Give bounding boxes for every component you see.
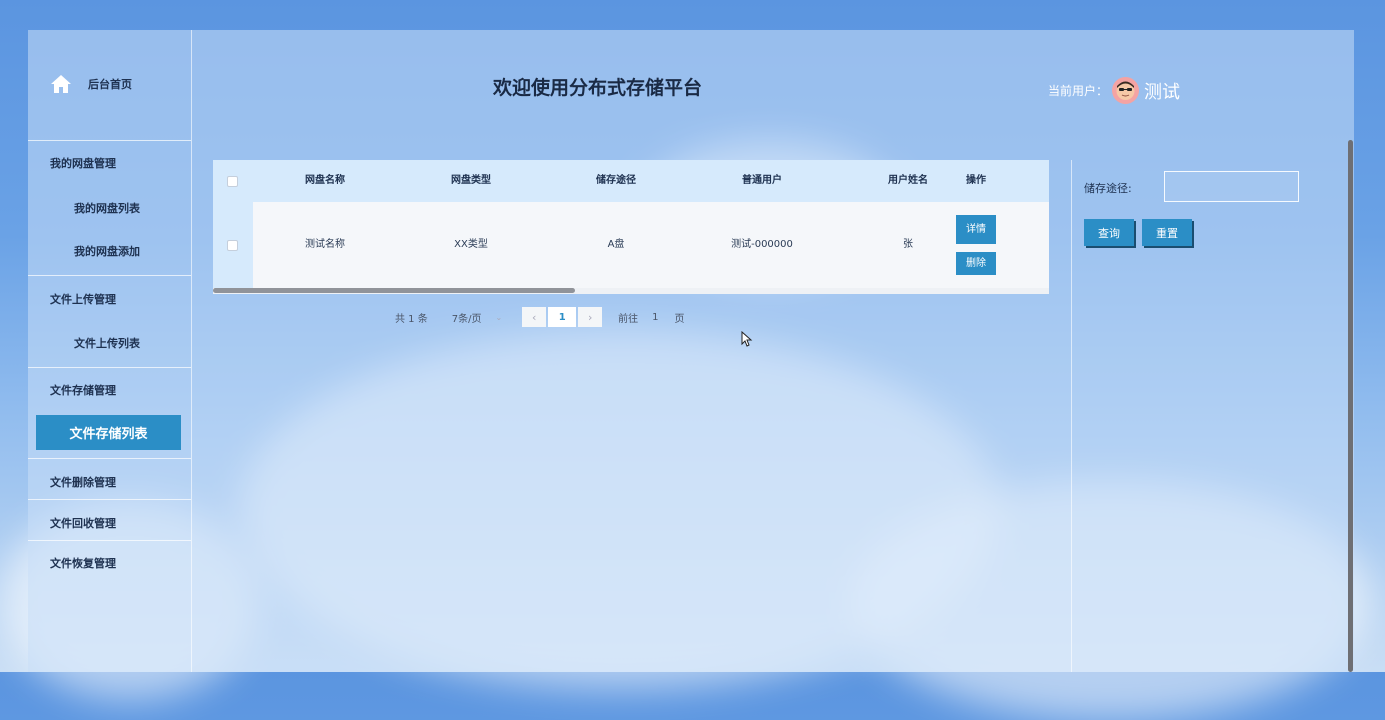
detail-button[interactable]: 详情 [956, 215, 996, 244]
chevron-right-icon: › [587, 310, 593, 324]
cell-path: A盘 [607, 239, 625, 250]
cell-type: XX类型 [454, 239, 488, 250]
search-path-label: 储存途径: [1084, 182, 1132, 195]
sidebar-home-link[interactable]: 后台首页 [50, 72, 132, 96]
avatar-face-icon [1116, 81, 1135, 100]
prev-page-button[interactable]: ‹ [522, 307, 547, 327]
table-row: 测试名称 XX类型 A盘 测试-000000 张 详情 删除 [213, 202, 1049, 288]
search-path-input[interactable] [1164, 171, 1299, 202]
home-icon [51, 75, 71, 93]
pagination: 共 1 条 7条/页 ⌄ ‹ 1 › 前往 1 页 [395, 307, 685, 327]
cell-name: 测试名称 [305, 239, 345, 250]
sidebar-divider [28, 499, 191, 500]
column-header-actions: 操作 [966, 175, 986, 186]
avatar[interactable] [1112, 77, 1140, 104]
sidebar-item-upload-list[interactable]: 文件上传列表 [74, 335, 140, 351]
page-size-value: 7条/页 [451, 313, 482, 325]
sidebar-group-recycle[interactable]: 文件回收管理 [50, 515, 116, 531]
table-header: 网盘名称 网盘类型 储存途径 普通用户 用户姓名 操作 [213, 160, 1049, 202]
column-header-username: 用户姓名 [888, 175, 928, 186]
goto-prefix: 前往 [618, 313, 639, 325]
goto-suffix: 页 [674, 313, 685, 325]
storage-table: 网盘名称 网盘类型 储存途径 普通用户 用户姓名 操作 测试名称 XX类型 A盘… [213, 160, 1049, 294]
sidebar-group-netdisk[interactable]: 我的网盘管理 [50, 155, 116, 171]
search-panel-divider [1071, 160, 1072, 672]
reset-button[interactable]: 重置 [1142, 219, 1192, 246]
chevron-left-icon: ‹ [531, 310, 537, 324]
sidebar-divider [28, 458, 191, 459]
chevron-down-icon: ⌄ [495, 312, 503, 322]
sidebar-item-netdisk-add[interactable]: 我的网盘添加 [74, 243, 140, 259]
vertical-scrollbar[interactable] [1348, 140, 1353, 672]
column-header-name: 网盘名称 [305, 175, 345, 186]
sidebar-group-restore[interactable]: 文件恢复管理 [50, 555, 116, 571]
sidebar-divider [28, 540, 191, 541]
sidebar: 后台首页 我的网盘管理 我的网盘列表 我的网盘添加 文件上传管理 文件上传列表 … [28, 30, 192, 672]
page-size-select[interactable]: 7条/页 ⌄ [452, 310, 502, 325]
query-button[interactable]: 查询 [1084, 219, 1134, 246]
column-header-type: 网盘类型 [451, 175, 491, 186]
column-header-path: 储存途径 [596, 175, 636, 186]
select-all-checkbox[interactable] [227, 176, 238, 187]
next-page-button[interactable]: › [578, 307, 603, 327]
sidebar-group-delete[interactable]: 文件删除管理 [50, 474, 116, 490]
sidebar-group-upload[interactable]: 文件上传管理 [50, 291, 116, 307]
mouse-cursor-icon [741, 331, 753, 347]
current-user: 当前用户： 测试 [1048, 77, 1180, 104]
sidebar-divider [28, 275, 191, 276]
page-number-current[interactable]: 1 [548, 307, 577, 327]
sidebar-item-netdisk-list[interactable]: 我的网盘列表 [74, 200, 140, 216]
app-panel: 后台首页 我的网盘管理 我的网盘列表 我的网盘添加 文件上传管理 文件上传列表 … [28, 30, 1354, 672]
column-header-user: 普通用户 [742, 175, 782, 186]
horizontal-scrollbar[interactable] [213, 288, 575, 293]
pagination-total: 共 1 条 [395, 313, 428, 325]
delete-button[interactable]: 删除 [956, 252, 996, 275]
cell-user: 测试-000000 [731, 239, 793, 250]
sidebar-group-storage[interactable]: 文件存储管理 [50, 382, 116, 398]
goto-page-input[interactable]: 1 [652, 312, 658, 323]
row-checkbox[interactable] [227, 240, 238, 251]
current-user-label: 当前用户： [1048, 84, 1109, 98]
cell-username: 张 [903, 239, 913, 250]
page-title: 欢迎使用分布式存储平台 [493, 77, 703, 99]
sidebar-home-label: 后台首页 [88, 78, 132, 91]
sidebar-divider [28, 367, 191, 368]
sidebar-divider [28, 140, 191, 141]
sidebar-item-storage-list[interactable]: 文件存储列表 [36, 415, 181, 450]
current-user-name: 测试 [1144, 81, 1181, 103]
